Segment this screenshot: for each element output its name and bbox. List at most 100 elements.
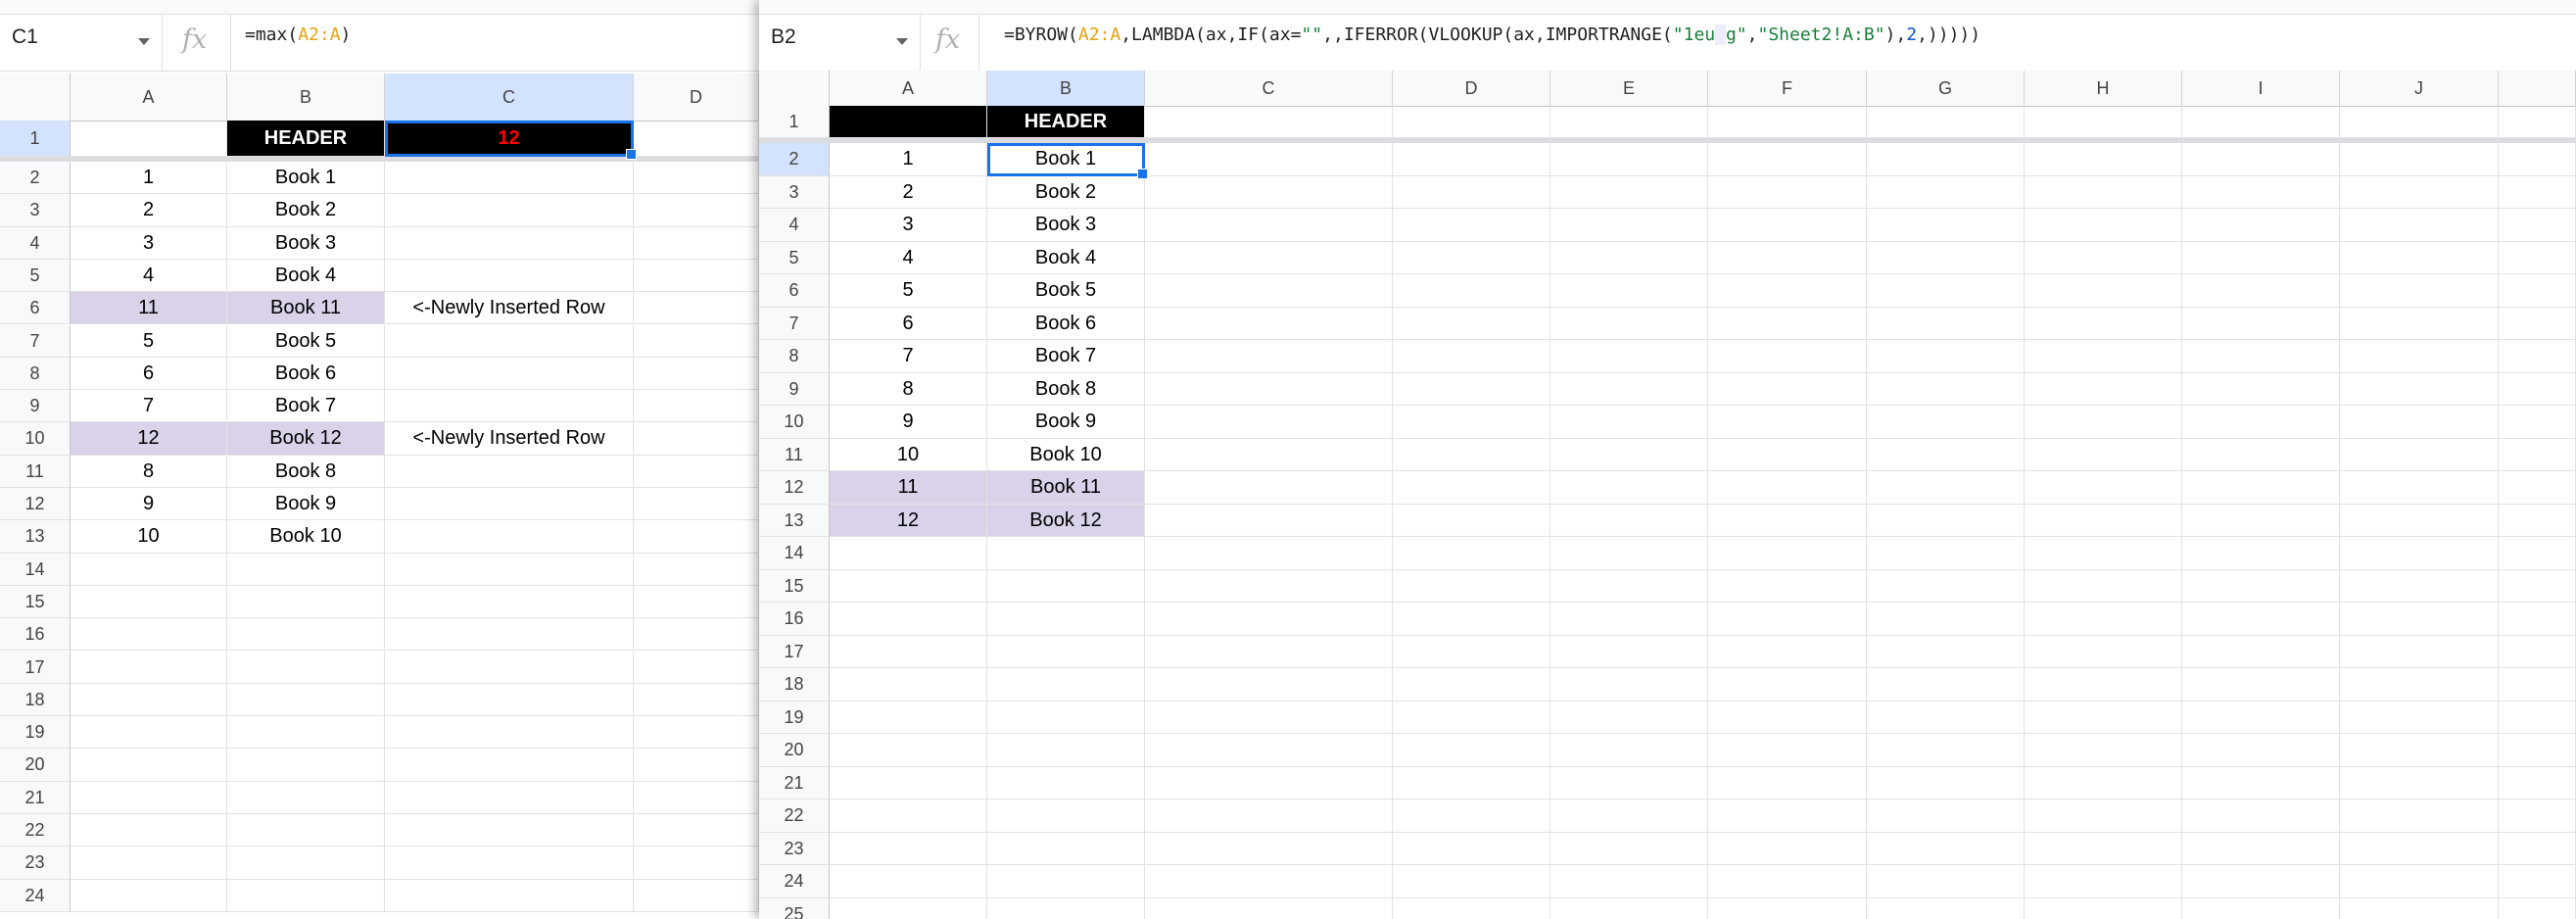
cell[interactable] (1708, 865, 1867, 898)
column-header-b[interactable]: B (227, 73, 385, 121)
row-header-17[interactable]: 17 (0, 651, 71, 684)
cell[interactable] (1393, 569, 1550, 603)
cell[interactable] (2025, 504, 2182, 537)
cell[interactable] (634, 846, 759, 880)
cell[interactable] (385, 553, 634, 586)
cell[interactable] (1145, 307, 1393, 340)
cell[interactable] (830, 799, 987, 833)
book-cell[interactable]: Book 12 (987, 504, 1145, 537)
cell[interactable] (1393, 832, 1550, 865)
cell[interactable] (1393, 274, 1550, 308)
cell[interactable] (2182, 307, 2340, 340)
id-cell[interactable]: 10 (71, 520, 227, 554)
column-header-i[interactable]: I (2182, 71, 2340, 106)
cell[interactable] (1145, 832, 1393, 865)
row-header-8[interactable]: 8 (0, 357, 71, 391)
cell[interactable] (1708, 734, 1867, 767)
column-header-a[interactable]: A (830, 71, 987, 106)
cell[interactable] (2340, 274, 2499, 308)
cell[interactable] (2499, 537, 2576, 570)
id-cell[interactable]: 4 (830, 241, 987, 274)
cell[interactable] (71, 781, 227, 814)
cell[interactable] (2340, 897, 2499, 919)
cell[interactable] (2340, 766, 2499, 799)
frozen-row-divider[interactable] (759, 138, 2576, 143)
cell[interactable] (2499, 372, 2576, 406)
row-header-21[interactable]: 21 (759, 766, 830, 799)
cell[interactable] (2499, 832, 2576, 865)
cell[interactable] (634, 651, 759, 684)
cell[interactable] (1867, 832, 2025, 865)
cell[interactable] (1145, 106, 1393, 138)
cell[interactable] (2025, 340, 2182, 373)
cell[interactable] (634, 259, 759, 293)
name-box[interactable]: C1 (0, 15, 163, 71)
column-header-e[interactable]: E (1550, 71, 1708, 106)
cell[interactable] (1550, 106, 1708, 138)
cell[interactable] (385, 488, 634, 521)
cell[interactable] (1708, 372, 1867, 406)
cell[interactable] (2182, 832, 2340, 865)
cell[interactable] (2499, 106, 2576, 138)
row-header-12[interactable]: 12 (0, 488, 71, 521)
row-header-1[interactable]: 1 (0, 121, 71, 157)
cell[interactable] (2499, 143, 2576, 176)
id-cell[interactable]: 12 (830, 504, 987, 537)
row-header-4[interactable]: 4 (0, 226, 71, 260)
cell[interactable] (2182, 372, 2340, 406)
book-cell[interactable]: Book 1 (987, 143, 1145, 176)
cell[interactable] (2499, 635, 2576, 668)
cell[interactable] (2340, 799, 2499, 833)
cell[interactable] (2499, 734, 2576, 767)
cell[interactable] (2025, 897, 2182, 919)
cell[interactable] (1145, 438, 1393, 471)
cell[interactable] (634, 749, 759, 782)
cell[interactable] (1550, 832, 1708, 865)
cell[interactable] (1145, 504, 1393, 537)
cell[interactable] (2499, 766, 2576, 799)
cell[interactable] (2182, 701, 2340, 734)
cell[interactable] (71, 121, 227, 157)
column-header-f[interactable]: F (1708, 71, 1867, 106)
cell[interactable] (830, 537, 987, 570)
cell[interactable] (987, 569, 1145, 603)
cell[interactable] (634, 292, 759, 325)
cell[interactable] (1550, 865, 1708, 898)
cell[interactable] (1708, 106, 1867, 138)
cell[interactable] (2182, 668, 2340, 701)
cell[interactable] (634, 455, 759, 488)
cell[interactable] (634, 781, 759, 814)
cell[interactable] (2025, 635, 2182, 668)
cell[interactable] (2499, 406, 2576, 439)
cell[interactable] (1867, 668, 2025, 701)
cell[interactable] (1867, 340, 2025, 373)
cell[interactable] (1393, 865, 1550, 898)
cell[interactable] (1867, 274, 2025, 308)
cell[interactable] (2340, 734, 2499, 767)
cell[interactable] (1708, 274, 1867, 308)
cell[interactable] (830, 766, 987, 799)
id-cell[interactable]: 11 (830, 471, 987, 505)
cell[interactable] (1550, 143, 1708, 176)
cell[interactable] (1393, 603, 1550, 636)
row-header-19[interactable]: 19 (759, 701, 830, 734)
cell[interactable] (1145, 241, 1393, 274)
cell[interactable] (2340, 106, 2499, 138)
id-cell[interactable]: 5 (830, 274, 987, 308)
cell[interactable] (1393, 635, 1550, 668)
row-header-3[interactable]: 3 (0, 194, 71, 227)
cell[interactable] (1708, 438, 1867, 471)
cell[interactable] (1145, 175, 1393, 209)
cell[interactable] (1867, 734, 2025, 767)
row-header-16[interactable]: 16 (759, 603, 830, 636)
row-header-15[interactable]: 15 (0, 585, 71, 619)
cell[interactable] (2340, 143, 2499, 176)
cell[interactable] (1393, 504, 1550, 537)
id-cell[interactable]: 3 (830, 209, 987, 242)
cell[interactable] (987, 897, 1145, 919)
cell[interactable] (227, 553, 385, 586)
column-header-c[interactable]: C (1145, 71, 1393, 106)
cell[interactable] (2499, 340, 2576, 373)
row-header-6[interactable]: 6 (759, 274, 830, 308)
id-cell[interactable]: 2 (71, 194, 227, 227)
